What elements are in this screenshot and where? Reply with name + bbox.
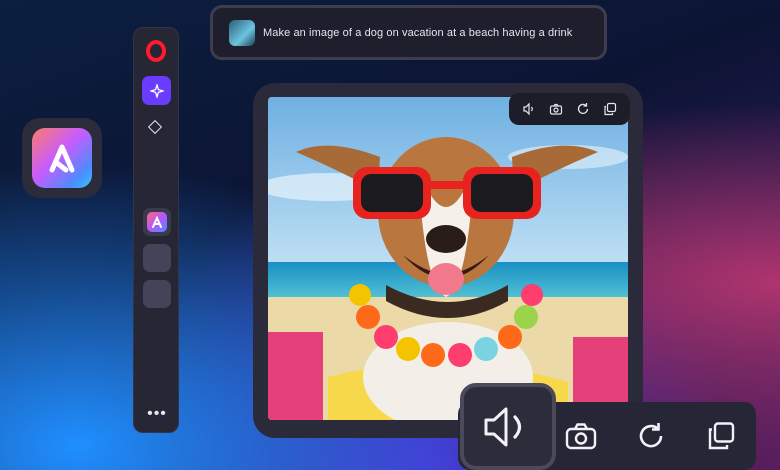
- opera-logo-icon[interactable]: [146, 40, 166, 62]
- prompt-text: Make an image of a dog on vacation at a …: [263, 27, 573, 39]
- speaker-icon[interactable]: [519, 99, 539, 119]
- copy-icon[interactable]: [701, 416, 741, 456]
- refresh-icon[interactable]: [631, 416, 671, 456]
- camera-icon[interactable]: [561, 416, 601, 456]
- more-dots-icon[interactable]: •••: [134, 406, 180, 422]
- sidebar-empty-slot[interactable]: [143, 280, 171, 308]
- refresh-icon[interactable]: [573, 99, 593, 119]
- sidebar: •••: [133, 27, 179, 433]
- app-tile[interactable]: [22, 118, 102, 198]
- generated-image[interactable]: [268, 97, 628, 420]
- aria-sparkle-icon[interactable]: [142, 76, 171, 105]
- app-a-icon: [147, 212, 167, 232]
- speaker-button[interactable]: [460, 383, 556, 470]
- sidebar-item-app[interactable]: [143, 208, 171, 236]
- sidebar-empty-slot[interactable]: [143, 244, 171, 272]
- prompt-bar[interactable]: Make an image of a dog on vacation at a …: [210, 5, 607, 60]
- speaker-icon: [484, 407, 522, 446]
- camera-icon[interactable]: [546, 99, 566, 119]
- diamond-icon[interactable]: [147, 119, 163, 135]
- app-a-icon: [32, 128, 92, 188]
- image-toolbar: [509, 93, 630, 125]
- copy-icon[interactable]: [600, 99, 620, 119]
- user-avatar: [229, 20, 255, 46]
